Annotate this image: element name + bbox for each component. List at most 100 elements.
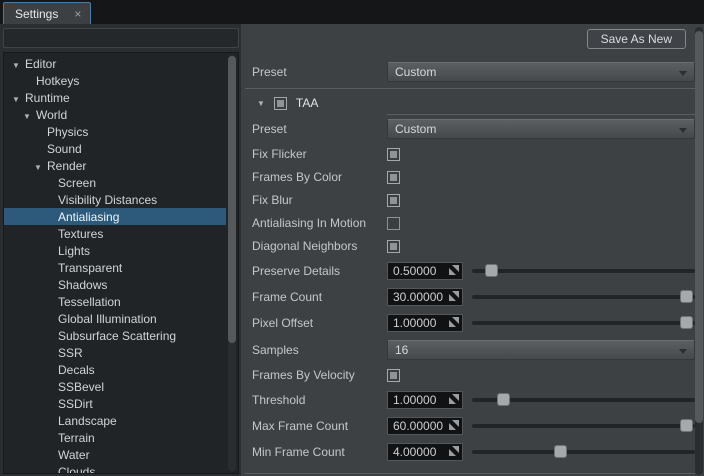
preserve-details-slider[interactable] (472, 262, 695, 280)
frame-count-slider-handle[interactable] (680, 290, 693, 303)
tree-item-label: World (36, 108, 67, 122)
taa-section-header[interactable]: ▼ TAA (241, 92, 704, 114)
tree-item-label: Render (47, 159, 86, 173)
row-global-preset: Preset Custom (241, 62, 695, 82)
frames-by-velocity-checkbox[interactable] (387, 369, 400, 382)
threshold-slider-handle[interactable] (497, 393, 510, 406)
max-frame-count-label: Max Frame Count (252, 419, 387, 433)
drag-spinner-icon[interactable] (449, 291, 459, 301)
preset-dropdown[interactable]: Custom (387, 119, 695, 139)
tree-item-global-illumination[interactable]: Global Illumination (4, 310, 226, 327)
threshold-spinbox[interactable]: 1.00000 (387, 391, 463, 409)
samples-value: 16 (395, 343, 408, 357)
frame-count-spinbox[interactable]: 30.00000 (387, 288, 463, 306)
frames-by-color-checkbox[interactable] (387, 171, 400, 184)
tree-item-transparent[interactable]: Transparent (4, 259, 226, 276)
tree-item-editor[interactable]: ▼Editor (4, 55, 226, 72)
row-max-frame-count: Max Frame Count60.00000 (241, 417, 695, 435)
tab-bar: Settings × (0, 0, 704, 24)
triangle-down-icon[interactable]: ▼ (12, 61, 20, 70)
section-separator-bottom (245, 473, 695, 474)
tree-item-lights[interactable]: Lights (4, 242, 226, 259)
tree-item-decals[interactable]: Decals (4, 361, 226, 378)
tree-item-sound[interactable]: Sound (4, 140, 226, 157)
tree-item-clouds[interactable]: Clouds (4, 463, 226, 474)
tree-item-ssbevel[interactable]: SSBevel (4, 378, 226, 395)
triangle-down-icon[interactable]: ▼ (23, 112, 31, 121)
max-frame-count-spinbox[interactable]: 60.00000 (387, 417, 463, 435)
pixel-offset-slider-track[interactable] (472, 321, 695, 325)
drag-spinner-icon[interactable] (449, 394, 459, 404)
preserve-details-slider-track[interactable] (472, 269, 695, 273)
fix-flicker-label: Fix Flicker (252, 147, 387, 161)
min-frame-count-slider-track[interactable] (472, 450, 695, 454)
tree-scrollbar[interactable] (228, 55, 236, 471)
drag-spinner-icon[interactable] (449, 446, 459, 456)
tree-scrollbar-thumb[interactable] (228, 56, 236, 343)
tree-item-shadows[interactable]: Shadows (4, 276, 226, 293)
settings-panel: Save As New Preset Custom ▼ TAA PresetCu… (241, 24, 704, 476)
close-icon[interactable]: × (74, 8, 81, 20)
row-antialiasing-in-motion: Antialiasing In Motion (241, 216, 695, 230)
tree-item-tessellation[interactable]: Tessellation (4, 293, 226, 310)
dropdown-arrow-icon (679, 349, 687, 354)
taa-section-checkbox[interactable] (274, 97, 287, 110)
tree-item-water[interactable]: Water (4, 446, 226, 463)
row-min-frame-count: Min Frame Count4.00000 (241, 443, 695, 461)
threshold-value: 1.00000 (393, 393, 447, 407)
tree-item-physics[interactable]: Physics (4, 123, 226, 140)
frame-count-slider-track[interactable] (472, 295, 695, 299)
frame-count-label: Frame Count (252, 290, 387, 304)
samples-dropdown[interactable]: 16 (387, 340, 695, 360)
search-input[interactable] (3, 28, 239, 48)
preserve-details-slider-handle[interactable] (485, 264, 498, 277)
global-preset-dropdown[interactable]: Custom (387, 62, 695, 82)
row-samples: Samples 16 (241, 340, 695, 360)
tree-item-subsurface-scattering[interactable]: Subsurface Scattering (4, 327, 226, 344)
pixel-offset-spinbox[interactable]: 1.00000 (387, 314, 463, 332)
pixel-offset-slider[interactable] (472, 314, 695, 332)
tree-item-world[interactable]: ▼ World (4, 106, 226, 123)
preserve-details-value: 0.50000 (393, 264, 447, 278)
panel-scrollbar-thumb[interactable] (695, 31, 703, 423)
tree-item-visibility-distances[interactable]: Visibility Distances (4, 191, 226, 208)
tree-item-textures[interactable]: Textures (4, 225, 226, 242)
triangle-down-icon[interactable]: ▼ (12, 95, 20, 104)
tree-item-terrain[interactable]: Terrain (4, 429, 226, 446)
triangle-down-icon[interactable]: ▼ (257, 99, 265, 108)
tree-item-label: Water (58, 448, 90, 462)
antialiasing-in-motion-checkbox[interactable] (387, 217, 400, 230)
diagonal-neighbors-checkbox[interactable] (387, 240, 400, 253)
tree-item-render[interactable]: ▼ Render (4, 157, 226, 174)
max-frame-count-slider-handle[interactable] (680, 419, 693, 432)
save-as-new-button[interactable]: Save As New (587, 29, 686, 49)
pixel-offset-slider-handle[interactable] (680, 316, 693, 329)
tree-item-label: Hotkeys (36, 74, 79, 88)
min-frame-count-slider-handle[interactable] (554, 445, 567, 458)
threshold-slider[interactable] (472, 391, 695, 409)
tree-item-screen[interactable]: Screen (4, 174, 226, 191)
tree-item-landscape[interactable]: Landscape (4, 412, 226, 429)
preserve-details-spinbox[interactable]: 0.50000 (387, 262, 463, 280)
tree-item-label: Landscape (58, 414, 117, 428)
max-frame-count-slider[interactable] (472, 417, 695, 435)
panel-scrollbar[interactable] (695, 27, 703, 475)
tree-item-ssdirt[interactable]: SSDirt (4, 395, 226, 412)
min-frame-count-spinbox[interactable]: 4.00000 (387, 443, 463, 461)
samples-label: Samples (252, 343, 387, 357)
drag-spinner-icon[interactable] (449, 317, 459, 327)
tree-item-ssr[interactable]: SSR (4, 344, 226, 361)
fix-flicker-checkbox[interactable] (387, 148, 400, 161)
fix-blur-checkbox[interactable] (387, 194, 400, 207)
min-frame-count-slider[interactable] (472, 443, 695, 461)
triangle-down-icon[interactable]: ▼ (34, 163, 42, 172)
frame-count-slider[interactable] (472, 288, 695, 306)
tree-item-antialiasing[interactable]: Antialiasing (4, 208, 226, 225)
tree-item-runtime[interactable]: ▼Runtime (4, 89, 226, 106)
drag-spinner-icon[interactable] (449, 265, 459, 275)
section-separator (245, 88, 695, 89)
tab-settings[interactable]: Settings × (3, 2, 91, 24)
max-frame-count-slider-track[interactable] (472, 424, 695, 428)
drag-spinner-icon[interactable] (449, 420, 459, 430)
tree-item-hotkeys[interactable]: Hotkeys (4, 72, 226, 89)
